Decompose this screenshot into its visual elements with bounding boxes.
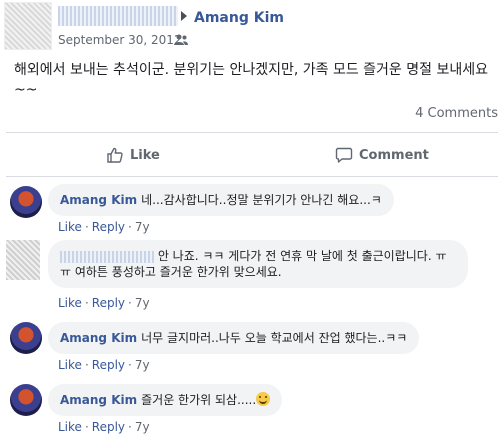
comment-bubble-icon — [335, 147, 353, 163]
triangle-right-icon — [181, 11, 187, 21]
friends-audience-icon[interactable] — [174, 34, 188, 46]
comment-reply-link[interactable]: Reply — [92, 358, 125, 372]
comment-count[interactable]: 4 Comments — [415, 106, 498, 121]
comment-reply-link[interactable]: Reply — [92, 296, 125, 310]
comment-time[interactable]: 7y — [135, 420, 150, 434]
comment-time[interactable]: 7y — [135, 358, 150, 372]
comment-time[interactable]: 7y — [135, 220, 150, 234]
thumbs-up-icon — [107, 147, 123, 163]
comment-bubble: 안 나죠. ㅋㅋ 게다가 전 연휴 막 날에 첫 출근이랍니다. ㅠㅠ 여하튼 … — [48, 240, 468, 288]
comment-meta: Like · Reply · 7y — [58, 296, 150, 310]
comment-text: 너무 글지마러..나두 오늘 학교에서 잔업 했다는..ㅋㅋ — [141, 331, 408, 345]
comment-reply-link[interactable]: Reply — [92, 420, 125, 434]
comment-meta: Like · Reply · 7y — [58, 420, 150, 434]
divider — [6, 132, 498, 133]
comment-author[interactable]: Amang Kim — [60, 193, 137, 207]
post-author-avatar[interactable] — [4, 2, 52, 50]
comment-author[interactable]: Amang Kim — [60, 331, 137, 345]
comment-button[interactable]: Comment — [335, 144, 429, 166]
avatar[interactable] — [10, 384, 42, 416]
divider — [6, 176, 498, 177]
post-date[interactable]: September 30, 2012 — [58, 33, 182, 47]
avatar[interactable] — [6, 240, 40, 280]
comment-like-link[interactable]: Like — [58, 296, 82, 310]
comment-like-link[interactable]: Like — [58, 420, 82, 434]
redacted-name — [60, 250, 154, 263]
comment-text: 즐거운 한가위 되삼..... — [141, 393, 257, 407]
smiley-emoji-icon — [256, 392, 271, 406]
like-label: Like — [130, 147, 160, 163]
comment-reply-link[interactable]: Reply — [92, 220, 125, 234]
comment-text: 네...감사합니다..정말 분위기가 안나긴 해요...ㅋ — [141, 193, 382, 207]
comment-author[interactable]: Amang Kim — [60, 393, 137, 407]
post-author-name[interactable]: Amang Kim — [194, 10, 284, 26]
comment-bubble: Amang Kim 즐거운 한가위 되삼..... — [48, 384, 283, 416]
comment-bubble: Amang Kim 너무 글지마러..나두 오늘 학교에서 잔업 했다는..ㅋㅋ — [48, 322, 420, 354]
post-header: Amang Kim September 30, 2012 — [0, 0, 504, 54]
comment-meta: Like · Reply · 7y — [58, 358, 150, 372]
comment-like-link[interactable]: Like — [58, 358, 82, 372]
comment-label: Comment — [359, 147, 429, 163]
avatar[interactable] — [10, 322, 42, 354]
post-body: 해외에서 보내는 추석이군. 분위기는 안나겠지만, 가족 모드 즐거운 명절 … — [14, 62, 488, 98]
comment-bubble: Amang Kim 네...감사합니다..정말 분위기가 안나긴 해요...ㅋ — [48, 184, 394, 216]
like-button[interactable]: Like — [106, 144, 160, 166]
avatar[interactable] — [10, 186, 42, 218]
comment-meta: Like · Reply · 7y — [58, 220, 150, 234]
redacted-name — [58, 6, 178, 26]
comment-like-link[interactable]: Like — [58, 220, 82, 234]
comment-time[interactable]: 7y — [135, 296, 150, 310]
